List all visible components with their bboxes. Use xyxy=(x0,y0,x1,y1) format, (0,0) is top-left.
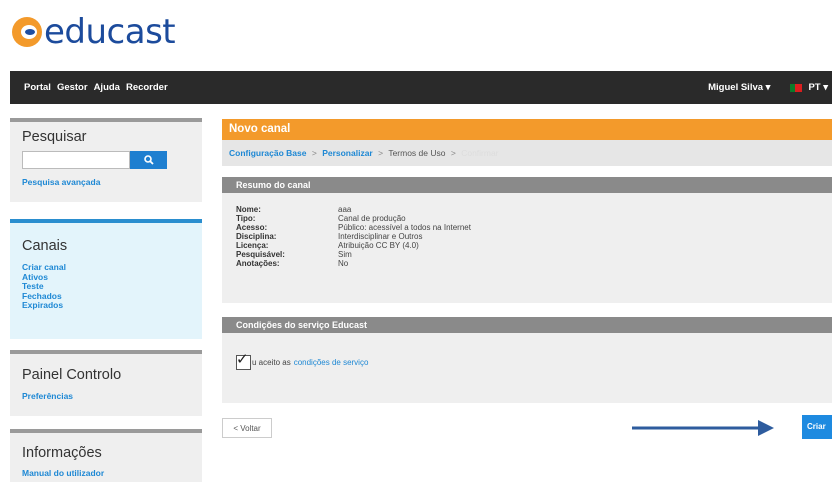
top-navbar: Portal Gestor Ajuda Recorder Miguel Silv… xyxy=(10,71,832,104)
breadcrumb-separator: > xyxy=(450,148,456,158)
info-title: Informações xyxy=(22,445,102,461)
breadcrumb: Configuração Base > Personalizar > Termo… xyxy=(222,140,832,166)
nav-menu: Portal Gestor Ajuda Recorder xyxy=(10,82,168,93)
nav-ajuda[interactable]: Ajuda xyxy=(94,82,120,93)
summary-label: Licença: xyxy=(236,241,269,250)
summary-row: Licença: Atribuição CC BY (4.0) xyxy=(236,241,832,250)
summary-label: Disciplina: xyxy=(236,232,277,241)
breadcrumb-personalizar[interactable]: Personalizar xyxy=(322,148,373,158)
terms-checkbox[interactable]: ✓ xyxy=(236,351,251,370)
summary-row: Acesso: Público: acessível a todos na Int… xyxy=(236,223,832,232)
summary-label: Pesquisável: xyxy=(236,250,285,259)
nav-user-area: Miguel Silva ▾ PT ▾ xyxy=(708,82,832,93)
terms-accept-text: u aceito as xyxy=(252,358,291,367)
summary-value: Canal de produção xyxy=(338,214,406,223)
painel-title: Painel Controlo xyxy=(22,367,122,383)
breadcrumb-separator: > xyxy=(311,148,317,158)
arrow-annotation-icon xyxy=(632,420,774,436)
breadcrumb-configuracao-base[interactable]: Configuração Base xyxy=(229,148,306,158)
breadcrumb-confirmar: Confirmar xyxy=(461,148,499,158)
language-menu[interactable]: PT ▾ xyxy=(808,82,828,93)
summary-row: Pesquisável: Sim xyxy=(236,250,832,259)
user-menu[interactable]: Miguel Silva ▾ xyxy=(708,82,770,93)
search-input[interactable] xyxy=(22,151,130,169)
terms-accept-row: ✓ u aceito as condições de serviço xyxy=(236,351,832,370)
summary-title: Resumo do canal xyxy=(222,177,832,193)
nav-portal[interactable]: Portal xyxy=(24,82,51,93)
breadcrumb-termos-de-uso: Termos de Uso xyxy=(388,148,446,158)
summary-row: Disciplina: Interdisciplinar e Outros xyxy=(236,232,832,241)
portugal-flag-icon xyxy=(790,83,803,92)
search-icon xyxy=(143,155,154,165)
logo-text: educast xyxy=(44,12,176,52)
summary-row: Anotações: No xyxy=(236,259,832,268)
search-button[interactable] xyxy=(130,151,167,169)
sidebar-item-criar-canal[interactable]: Criar canal xyxy=(22,262,202,273)
create-button[interactable]: Criar xyxy=(802,415,832,439)
summary-value: Atribuição CC BY (4.0) xyxy=(338,241,419,250)
sidebar-item-manual[interactable]: Manual do utilizador xyxy=(22,468,202,479)
summary-panel: Resumo do canal Nome: aaa Tipo: Canal de p… xyxy=(222,177,832,303)
summary-value: Público: acessível a todos na Internet xyxy=(338,223,471,232)
nav-gestor[interactable]: Gestor xyxy=(57,82,88,93)
search-title: Pesquisar xyxy=(22,129,87,145)
sidebar-item-ativos[interactable]: Ativos xyxy=(22,272,202,283)
sidebar-search-box: Pesquisar Pesquisa avançada xyxy=(10,118,202,202)
summary-value: Interdisciplinar e Outros xyxy=(338,232,423,241)
terms-of-service-link[interactable]: condições de serviço xyxy=(294,358,369,367)
summary-label: Tipo: xyxy=(236,214,256,223)
checkmark-icon: ✓ xyxy=(236,351,249,368)
terms-panel: Condições do serviço Educast ✓ u aceito … xyxy=(222,317,832,403)
sidebar-info-box: Informações Manual do utilizador xyxy=(10,429,202,482)
search-row xyxy=(22,151,202,169)
sidebar-item-preferencias[interactable]: Preferências xyxy=(22,391,202,402)
sidebar-canais-box: Canais Criar canal Ativos Teste Fechados… xyxy=(10,219,202,339)
terms-title: Condições do serviço Educast xyxy=(222,317,832,333)
advanced-search-link[interactable]: Pesquisa avançada xyxy=(22,177,202,188)
nav-recorder[interactable]: Recorder xyxy=(126,82,168,93)
canais-title: Canais xyxy=(22,238,68,254)
back-button[interactable]: < Voltar xyxy=(222,418,272,438)
summary-row: Nome: aaa xyxy=(236,205,832,214)
summary-label: Anotações: xyxy=(236,259,280,268)
educast-logo-icon xyxy=(12,17,42,47)
summary-value: Sim xyxy=(338,250,352,259)
sidebar-item-expirados[interactable]: Expirados xyxy=(22,300,202,311)
educast-logo[interactable]: educast xyxy=(12,10,176,54)
summary-row: Tipo: Canal de produção xyxy=(236,214,832,223)
summary-label: Nome: xyxy=(236,205,261,214)
summary-value: aaa xyxy=(338,205,352,214)
breadcrumb-separator: > xyxy=(378,148,384,158)
summary-value: No xyxy=(338,259,349,268)
page-title: Novo canal xyxy=(222,119,832,140)
summary-table: Nome: aaa Tipo: Canal de produção Acesso: P… xyxy=(222,193,832,268)
sidebar-painel-box: Painel Controlo Preferências xyxy=(10,350,202,416)
summary-label: Acesso: xyxy=(236,223,268,232)
